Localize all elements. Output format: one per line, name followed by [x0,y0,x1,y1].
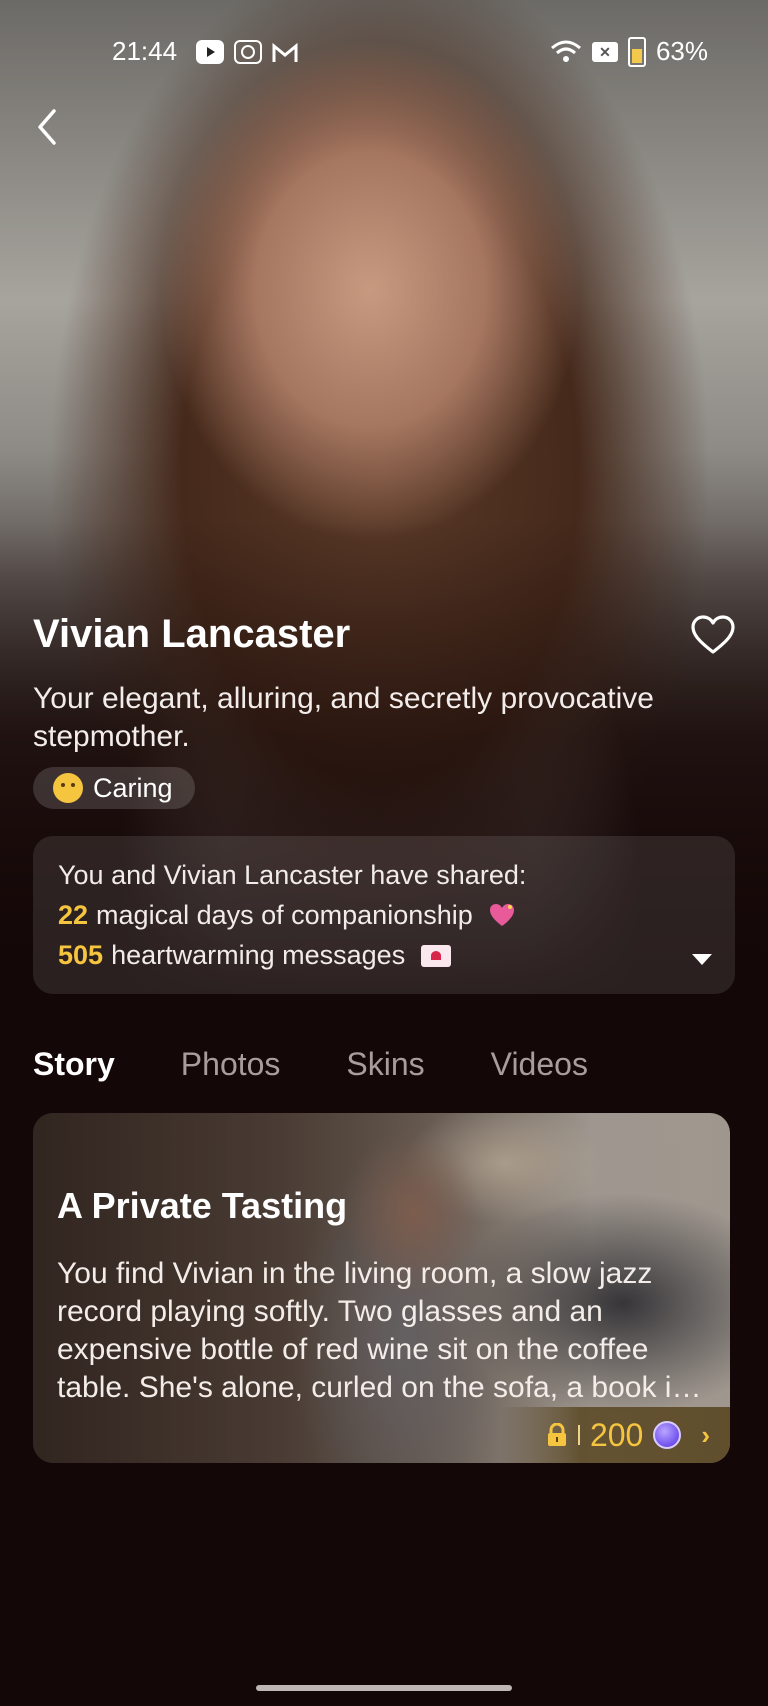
lock-icon [546,1422,568,1447]
story-title: A Private Tasting [57,1185,348,1226]
battery-icon [627,36,646,67]
story-card[interactable]: A Private Tasting You find Vivian in the… [33,1113,730,1463]
battery-percent: 63% [655,36,708,66]
status-bar: 21:44 ✕ 63% [0,30,768,74]
chevron-left-icon [38,109,56,145]
unlock-price: 200 [589,1416,644,1453]
shared-days-row: 22 magical days of companionship [58,900,516,931]
messages-text: heartwarming messages [111,940,406,970]
shared-intro: You and Vivian Lancaster have shared: [58,860,527,890]
tab-skins[interactable]: Skins [346,1046,424,1083]
no-sim-icon: ✕ [591,41,618,62]
chevron-right-icon: › [701,1419,710,1450]
system-icons: ✕ 63% [550,36,708,67]
price-separator [577,1425,580,1445]
sparkling-heart-icon [488,902,516,928]
personality-tag: Caring [33,767,195,809]
back-button[interactable] [30,105,66,149]
love-letter-icon [420,945,451,967]
youtube-icon [196,40,224,64]
heart-outline-icon [691,615,735,654]
messages-count: 505 [58,940,104,970]
days-count: 22 [58,900,89,930]
wifi-icon [550,40,581,62]
hugging-face-icon [53,773,83,803]
tab-story[interactable]: Story [33,1046,115,1083]
favorite-button[interactable] [690,614,736,656]
tab-videos[interactable]: Videos [491,1046,588,1083]
expand-stats-button[interactable] [691,952,713,966]
days-text: magical days of companionship [96,900,473,930]
shared-stats-panel: You and Vivian Lancaster have shared: 22… [33,836,735,994]
shared-messages-row: 505 heartwarming messages [58,940,451,971]
gmail-icon [272,40,298,71]
personality-tag-label: Caring [93,772,173,803]
tab-photos[interactable]: Photos [181,1046,281,1083]
caret-down-icon [692,954,712,965]
home-indicator[interactable] [256,1685,512,1691]
content-tabs: Story Photos Skins Videos [33,1046,654,1083]
story-description: You find Vivian in the living room, a sl… [57,1257,689,1404]
notification-icons [196,40,298,71]
character-name: Vivian Lancaster [33,612,351,656]
status-time: 21:44 [112,36,178,66]
unlock-price-bar[interactable]: 200 › [500,1407,730,1463]
character-tagline: Your elegant, alluring, and secretly pro… [33,682,654,753]
cb-app-icon [234,40,262,64]
coin-icon [653,1421,682,1449]
